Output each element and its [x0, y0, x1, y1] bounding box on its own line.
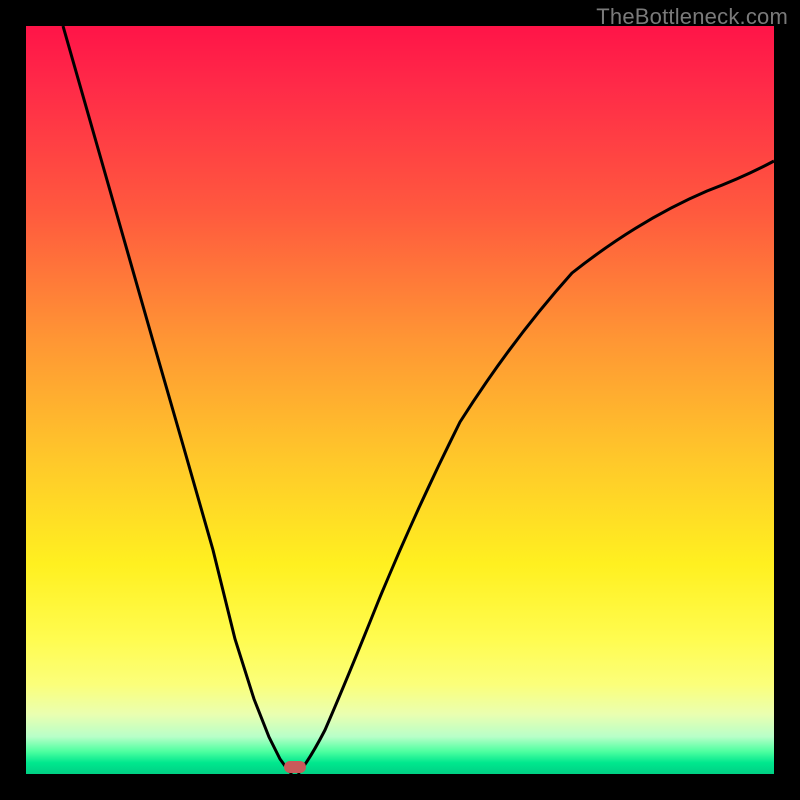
- watermark-text: TheBottleneck.com: [596, 4, 788, 30]
- plot-area: [26, 26, 774, 774]
- bottleneck-curve: [26, 26, 774, 774]
- curve-left-branch: [63, 26, 292, 774]
- bottleneck-marker: [284, 761, 306, 773]
- curve-right-branch: [298, 161, 774, 774]
- chart-frame: TheBottleneck.com: [0, 0, 800, 800]
